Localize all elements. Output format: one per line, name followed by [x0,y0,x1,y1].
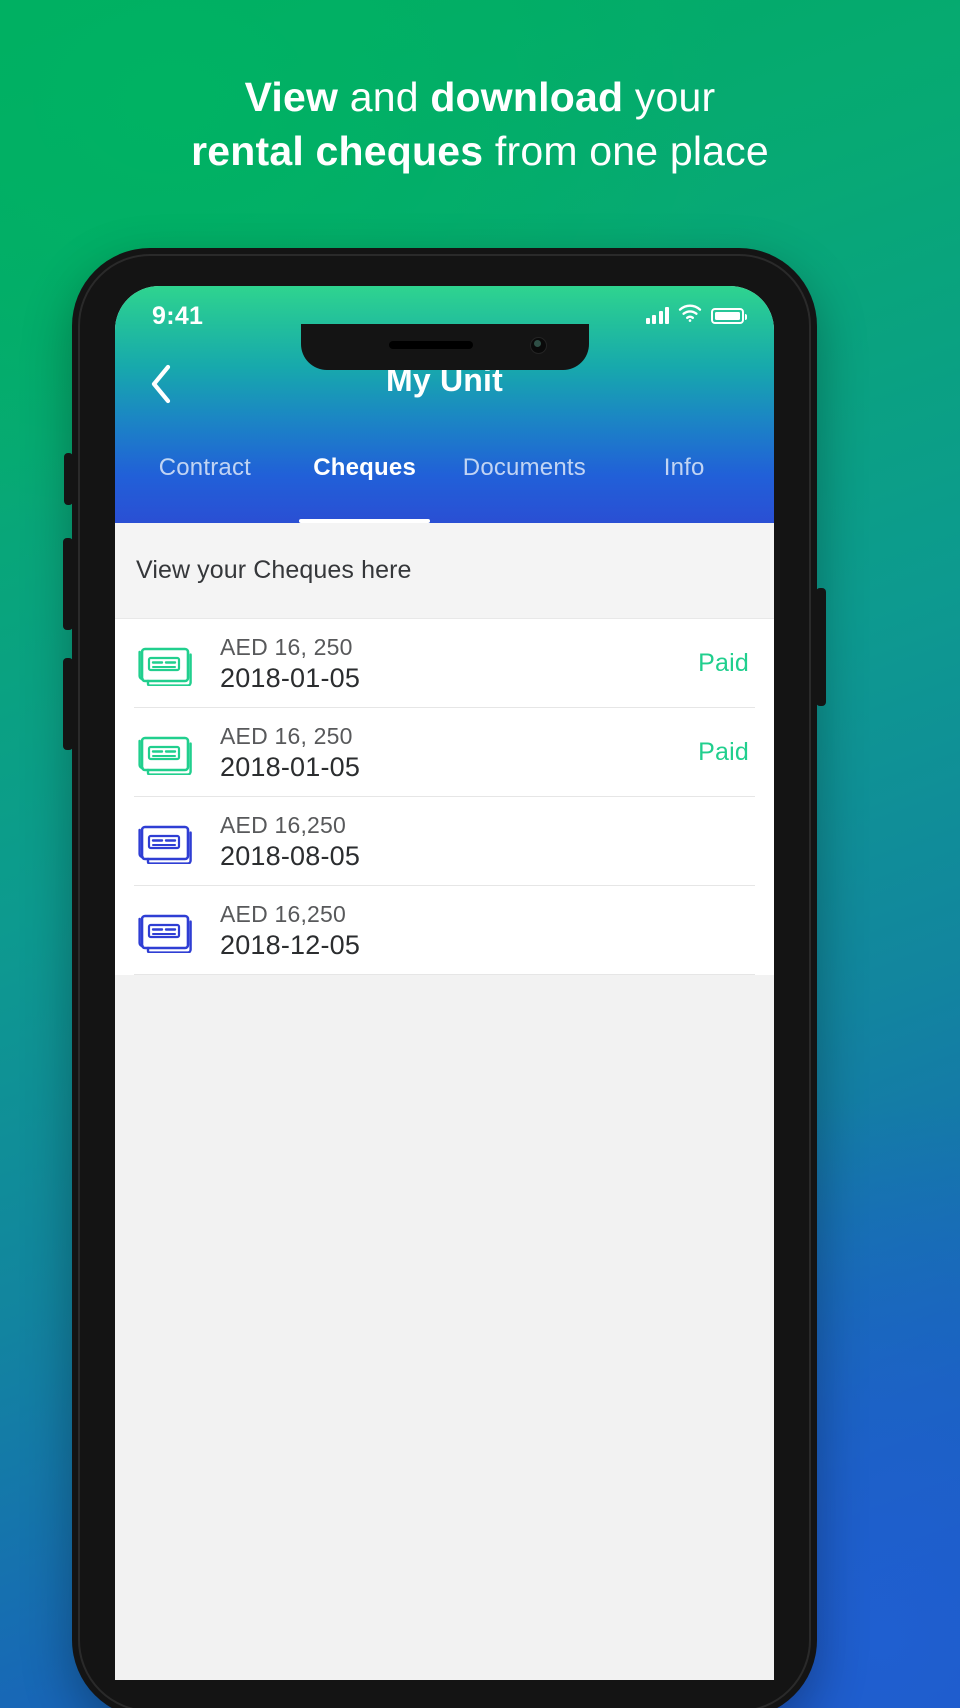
cheque-row[interactable]: AED 16, 250 2018-01-05 Paid [115,619,774,708]
phone-volume-down-button [63,658,73,750]
cheque-amount: AED 16,250 [220,811,347,838]
status-bar-icons [645,304,747,327]
cheque-date: 2018-01-05 [220,751,361,782]
tab-cheques-underline [299,519,431,523]
app-header: 9:41 My Unit Contract Cheques Documents … [115,286,774,523]
cheque-list: AED 16, 250 2018-01-05 Paid AED 16, 250 … [115,619,774,975]
tab-info-underline [619,519,750,523]
tab-info[interactable]: Info [604,446,764,523]
battery-full-icon [711,307,747,324]
cheque-details: AED 16, 250 2018-01-05 [198,722,698,784]
cheque-status-badge: Paid [698,649,749,677]
tab-documents[interactable]: Documents [445,446,605,523]
cheque-amount: AED 16,250 [220,900,347,927]
promo-headline-from-one-place: from one place [483,128,769,174]
tab-documents-underline [459,519,590,523]
tab-bar: Contract Cheques Documents Info [115,432,774,523]
section-header: View your Cheques here [115,523,774,619]
front-camera-icon [529,337,547,354]
phone-screen: 9:41 My Unit Contract Cheques Documents … [115,286,774,1680]
tab-info-label: Info [663,454,705,481]
promo-headline-word-download: download [430,74,624,120]
cheque-icon [136,731,198,775]
cellular-signal-icon [645,307,669,324]
phone-power-button [816,588,826,706]
cheque-icon [136,909,198,953]
cheque-details: AED 16,250 2018-08-05 [198,811,749,873]
tab-documents-label: Documents [462,454,586,481]
cheque-status-badge: Paid [698,738,749,766]
cheque-amount: AED 16, 250 [220,633,353,660]
section-header-label: View your Cheques here [136,556,412,584]
tab-cheques[interactable]: Cheques [285,446,445,523]
cheque-date: 2018-08-05 [220,840,361,871]
tab-cheques-label: Cheques [313,454,416,481]
promo-headline: View and download your rental cheques fr… [0,70,960,178]
promo-headline-and: and [338,74,431,120]
earpiece-speaker-icon [388,341,473,349]
cheque-details: AED 16,250 2018-12-05 [198,900,749,962]
promo-headline-rental-cheques: rental cheques [191,128,484,174]
tab-contract-underline [139,519,270,523]
promo-headline-line-2: rental cheques from one place [0,124,960,178]
promo-headline-word-view: View [244,74,339,120]
phone-notch [300,324,589,370]
cheque-amount: AED 16, 250 [220,722,353,749]
tab-contract[interactable]: Contract [125,446,285,523]
promo-headline-line-1: View and download your [0,70,960,124]
status-bar-time: 9:41 [152,302,204,330]
tab-contract-label: Contract [158,454,252,481]
cheque-row[interactable]: AED 16, 250 2018-01-05 Paid [115,708,774,797]
list-empty-area [115,975,774,1665]
cheque-row[interactable]: AED 16,250 2018-12-05 [115,886,774,975]
cheque-row[interactable]: AED 16,250 2018-08-05 [115,797,774,886]
phone-volume-up-button [63,538,73,630]
wifi-icon [678,304,702,327]
cheque-icon [136,820,198,864]
cheque-date: 2018-12-05 [220,929,361,960]
cheque-details: AED 16, 250 2018-01-05 [198,633,698,695]
cheque-icon [136,642,198,686]
cheque-date: 2018-01-05 [220,662,361,693]
phone-mute-switch [64,453,73,505]
promo-screenshot: View and download your rental cheques fr… [0,0,960,1708]
promo-headline-your: your [623,74,716,120]
phone-mockup: 9:41 My Unit Contract Cheques Documents … [63,248,826,1708]
